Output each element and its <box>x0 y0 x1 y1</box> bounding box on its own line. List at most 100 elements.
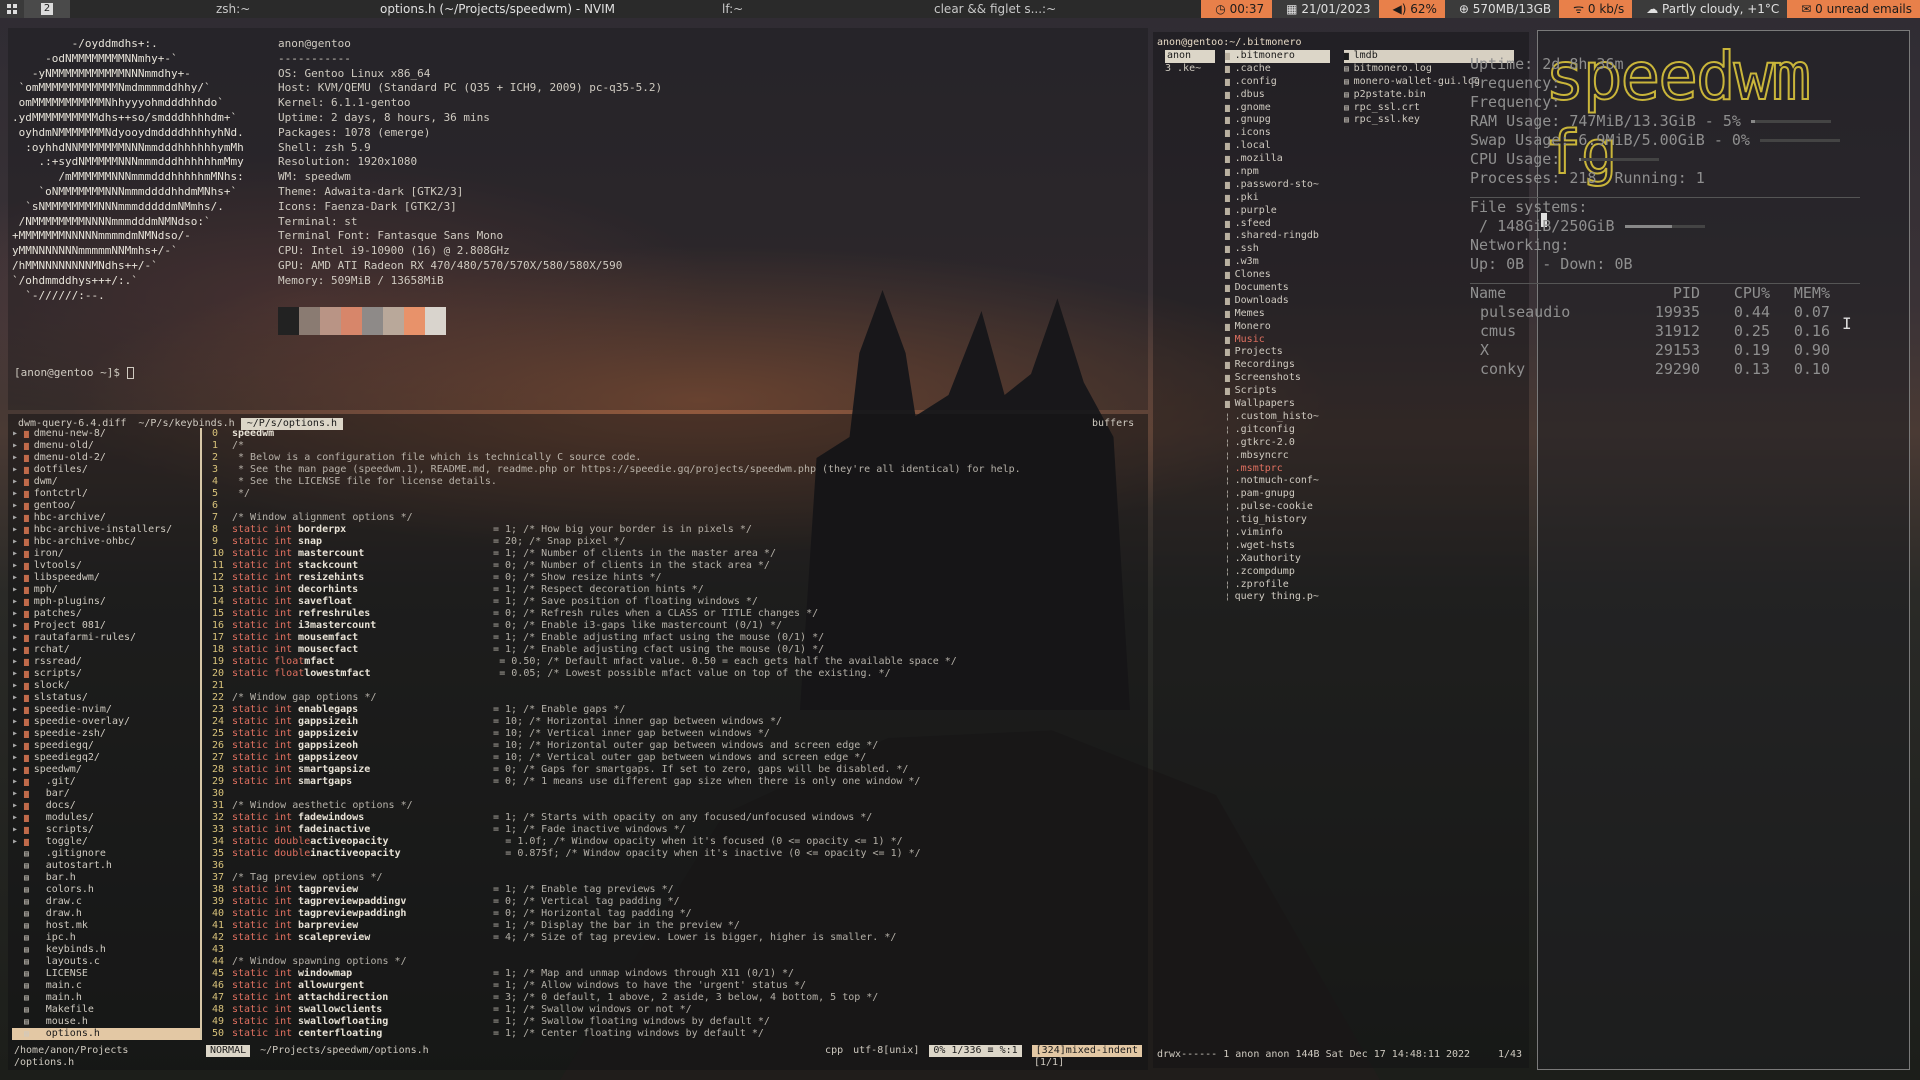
lf-entry[interactable]: ▆ Scripts <box>1225 385 1330 398</box>
tree-item[interactable]: ▤ host.mk <box>12 920 200 932</box>
lf-entry[interactable]: ▆ Wallpapers <box>1225 398 1330 411</box>
tree-item[interactable]: ▸ ▆ rautafarmi-rules/ <box>12 632 200 644</box>
lf-entry[interactable]: ¦ .viminfo <box>1225 527 1330 540</box>
tree-item[interactable]: ▸ ▆ modules/ <box>12 812 200 824</box>
lf-entry[interactable]: ¦ .gitconfig <box>1225 424 1330 437</box>
tree-item[interactable]: ▸ ▆ Project 081/ <box>12 620 200 632</box>
tree-item[interactable]: ▸ ▆ speediegq2/ <box>12 752 200 764</box>
tree-item[interactable]: ▸ ▆ dmenu-old/ <box>12 440 200 452</box>
lf-entry[interactable]: ¦ .gtkrc-2.0 <box>1225 437 1330 450</box>
lf-entry[interactable]: ¦ .pulse-cookie <box>1225 501 1330 514</box>
tree-item[interactable]: ▸ ▆ speedie-overlay/ <box>12 716 200 728</box>
tree-item[interactable]: ▸ ▆ speedie-zsh/ <box>12 728 200 740</box>
tree-item[interactable]: ▸ ▆ dotfiles/ <box>12 464 200 476</box>
lf-entry[interactable]: ▆ Music <box>1225 334 1330 347</box>
tree-item[interactable]: ▸ ▆ .git/ <box>12 776 200 788</box>
tree-item[interactable]: ▸ ▆ hbc-archive-installers/ <box>12 524 200 536</box>
tree-item[interactable]: ▸ ▆ fontctrl/ <box>12 488 200 500</box>
tree-item[interactable]: ▤ draw.h <box>12 908 200 920</box>
lf-entry[interactable]: ▆ Memes <box>1225 308 1330 321</box>
tree-item[interactable]: ▸ ▆ toggle/ <box>12 836 200 848</box>
tree-item[interactable]: ▤ mouse.h <box>12 1016 200 1028</box>
lf-entry[interactable]: ▆ .gnome <box>1225 102 1330 115</box>
lf-entry[interactable]: ▆ .local <box>1225 140 1330 153</box>
lf-entry[interactable]: ▆ .npm <box>1225 166 1330 179</box>
lf-entry[interactable]: ▆ .purple <box>1225 205 1330 218</box>
lf-entry[interactable]: ▆ Monero <box>1225 321 1330 334</box>
tree-item[interactable]: ▸ ▆ mph-plugins/ <box>12 596 200 608</box>
lf-entry[interactable]: ¦ .custom_histo~ <box>1225 411 1330 424</box>
lf-entry[interactable]: ¦ .tig_history <box>1225 514 1330 527</box>
lf-entry[interactable]: ▆ Clones <box>1225 269 1330 282</box>
lf-entry[interactable]: ¦ .msmtprc <box>1225 463 1330 476</box>
tree-item[interactable]: ▸ ▆ lvtools/ <box>12 560 200 572</box>
tree-item[interactable]: ▸ ▆ rssread/ <box>12 656 200 668</box>
window-title-figlet[interactable]: clear && figlet s...:~ <box>934 0 1056 18</box>
lf-parent-item[interactable]: 3 .ke~ <box>1165 63 1215 76</box>
lf-entry[interactable]: ¦ query thing.p~ <box>1225 591 1330 604</box>
lf-entry[interactable]: ¦ .wget-hsts <box>1225 540 1330 553</box>
tree-item[interactable]: ▤ .gitignore <box>12 848 200 860</box>
tree-item[interactable]: ▤ autostart.h <box>12 860 200 872</box>
tree-item[interactable]: ▸ ▆ scripts/ <box>12 824 200 836</box>
lf-entry[interactable]: ▆ .password-sto~ <box>1225 179 1330 192</box>
tree-item[interactable]: ▤ draw.c <box>12 896 200 908</box>
lf-entry[interactable]: ▆ Documents <box>1225 282 1330 295</box>
tree-item[interactable]: ▸ ▆ speedie-nvim/ <box>12 704 200 716</box>
tree-item[interactable]: ▸ ▆ libspeedwm/ <box>12 572 200 584</box>
lf-entry[interactable]: ▆ .icons <box>1225 127 1330 140</box>
tree-item[interactable]: ▸ ▆ speedwm/ <box>12 764 200 776</box>
lf-entry[interactable]: ▆ .sfeed <box>1225 218 1330 231</box>
tree-item[interactable]: ▸ ▆ docs/ <box>12 800 200 812</box>
tree-item[interactable]: ▤ keybinds.h <box>12 944 200 956</box>
lf-entry[interactable]: ▆ .ssh <box>1225 243 1330 256</box>
tree-item[interactable]: ▸ ▆ slstatus/ <box>12 692 200 704</box>
lf-entry[interactable]: ▆ .shared-ringdb <box>1225 230 1330 243</box>
tree-item[interactable]: ▸ ▆ dwm/ <box>12 476 200 488</box>
lf-entry[interactable]: ▆ .gnupg <box>1225 114 1330 127</box>
tree-item[interactable]: ▸ ▆ bar/ <box>12 788 200 800</box>
lf-entry[interactable]: ¦ .mbsyncrc <box>1225 450 1330 463</box>
lf-entry[interactable]: ▆ .pki <box>1225 192 1330 205</box>
lf-entry[interactable]: ▆ Downloads <box>1225 295 1330 308</box>
tree-item[interactable]: ▤ LICENSE <box>12 968 200 980</box>
lf-entry[interactable]: ▆ Screenshots <box>1225 372 1330 385</box>
tree-item[interactable]: ▸ ▆ mph/ <box>12 584 200 596</box>
lf-entry[interactable]: ▆ Projects <box>1225 346 1330 359</box>
tree-item[interactable]: ▸ ▆ dmenu-new-8/ <box>12 428 200 440</box>
tree-item[interactable]: ▤ colors.h <box>12 884 200 896</box>
tree-item[interactable]: ▸ ▆ patches/ <box>12 608 200 620</box>
lf-entry[interactable]: ▆ .mozilla <box>1225 153 1330 166</box>
tree-item[interactable]: ▤ options.h <box>12 1028 200 1040</box>
tree-item[interactable]: ▸ ▆ slock/ <box>12 680 200 692</box>
tree-item[interactable]: ▸ ▆ scripts/ <box>12 668 200 680</box>
lf-entry[interactable]: ¦ .zcompdump <box>1225 566 1330 579</box>
lf-parent-anon[interactable]: anon <box>1165 50 1215 63</box>
tree-item[interactable]: ▤ Makefile <box>12 1004 200 1016</box>
lf-entry[interactable]: ¦ .Xauthority <box>1225 553 1330 566</box>
tree-item[interactable]: ▤ main.h <box>12 992 200 1004</box>
code-editor[interactable]: 0 speedwm 1/* 2 * Below is a configuration … <box>212 428 1132 1040</box>
tag-1[interactable]: 2 <box>24 0 70 18</box>
tree-item[interactable]: ▤ bar.h <box>12 872 200 884</box>
shell-prompt[interactable]: [anon@gentoo ~]$ <box>14 365 134 380</box>
lf-entry[interactable]: ¦ .zprofile <box>1225 579 1330 592</box>
window-title-nvim[interactable]: options.h (~/Projects/speedwm) - NVIM <box>380 0 615 18</box>
tree-item[interactable]: ▤ ipc.h <box>12 932 200 944</box>
tree-item[interactable]: ▸ ▆ dmenu-old-2/ <box>12 452 200 464</box>
window-title-lf[interactable]: lf:~ <box>722 0 743 18</box>
tree-item[interactable]: ▸ ▆ rchat/ <box>12 644 200 656</box>
layout-icon[interactable] <box>0 0 24 18</box>
lf-entry[interactable]: ¦ .pam-gnupg <box>1225 488 1330 501</box>
lf-entry[interactable]: ▆ .cache <box>1225 63 1330 76</box>
lf-entry[interactable]: ¦ .notmuch-conf~ <box>1225 475 1330 488</box>
tree-item[interactable]: ▸ ▆ gentoo/ <box>12 500 200 512</box>
tree-item[interactable]: ▸ ▆ speediegq/ <box>12 740 200 752</box>
lf-entry[interactable]: ▆ .w3m <box>1225 256 1330 269</box>
tree-item[interactable]: ▤ main.c <box>12 980 200 992</box>
tree-item[interactable]: ▤ layouts.c <box>12 956 200 968</box>
lf-entry[interactable]: ▆ Recordings <box>1225 359 1330 372</box>
tree-item[interactable]: ▸ ▆ hbc-archive-ohbc/ <box>12 536 200 548</box>
lf-entry[interactable]: ▆ .dbus <box>1225 89 1330 102</box>
lf-entry[interactable]: ▆ .bitmonero <box>1225 50 1330 63</box>
